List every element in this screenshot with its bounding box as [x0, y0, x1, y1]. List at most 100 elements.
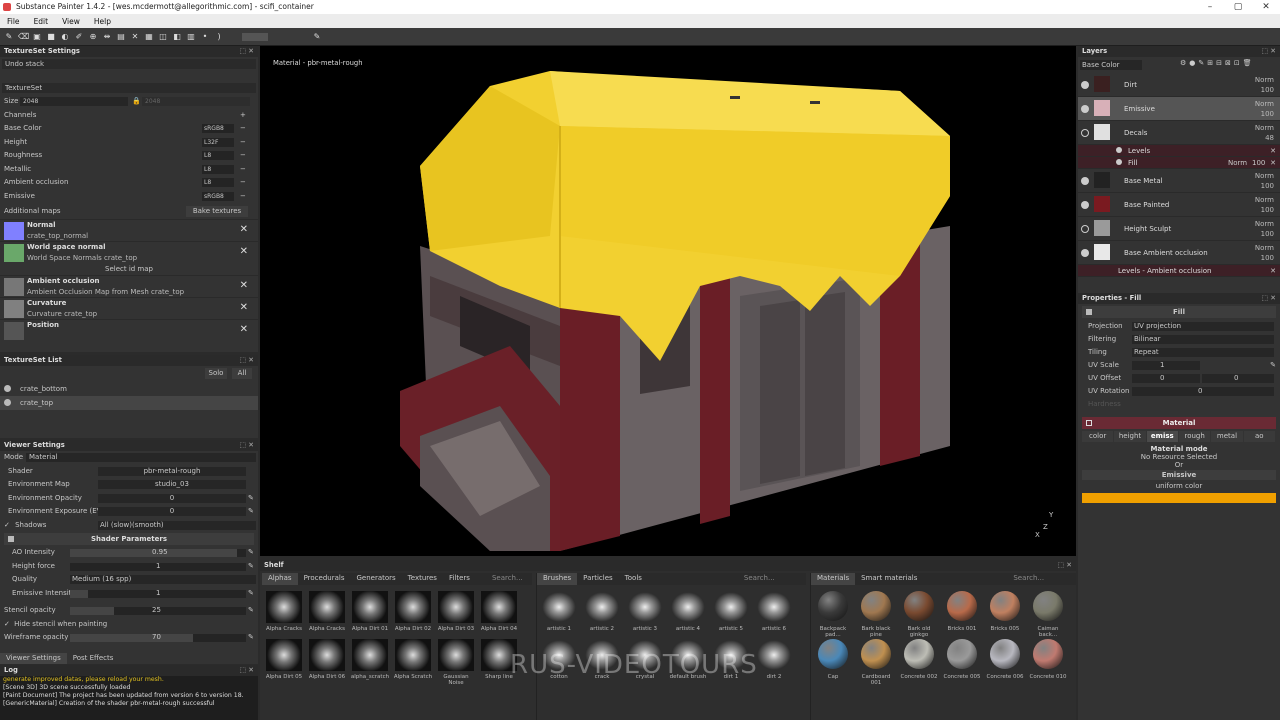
fill-tool-icon[interactable]: ■ [46, 32, 56, 41]
tab-alphas[interactable]: Alphas [262, 573, 298, 585]
blend-mode[interactable]: Norm [1255, 171, 1274, 181]
textureset-item-selected[interactable]: crate_top [0, 396, 258, 410]
viewer-setting-value[interactable]: 0 [98, 493, 246, 503]
solo-button[interactable]: Solo [205, 368, 227, 379]
remove-map-icon[interactable]: ✕ [240, 302, 248, 313]
material-thumbnail[interactable]: Concrete 005 [942, 639, 982, 680]
brush-thumbnail[interactable]: artistic 2 [582, 591, 622, 632]
remove-channel-icon[interactable]: − [240, 176, 246, 190]
visibility-eye-icon[interactable] [1081, 81, 1089, 89]
channel-format-select[interactable]: L8 [202, 151, 234, 160]
additional-map-item[interactable]: Curvature Curvature crate_top ✕ [0, 296, 258, 319]
property-select[interactable]: Repeat [1132, 348, 1274, 357]
blend-mode[interactable]: Norm [1255, 123, 1274, 133]
alpha-thumbnail[interactable]: Alpha Dirt 05 [264, 639, 304, 680]
material-thumbnail[interactable]: Bark old ginkgo [899, 591, 939, 638]
collapse-icon[interactable] [8, 536, 14, 542]
tab-procedurals[interactable]: Procedurals [298, 573, 351, 585]
visibility-eye-icon[interactable] [1081, 201, 1089, 209]
alpha-thumbnail[interactable]: Alpha Cracks [307, 591, 347, 632]
menu-edit[interactable]: Edit [27, 17, 56, 26]
visibility-eye-icon[interactable] [1116, 159, 1122, 165]
panel-close-icon[interactable]: ⬚ ✕ [1262, 293, 1276, 304]
fill-header[interactable]: Fill [1082, 306, 1276, 318]
layer-opacity[interactable]: 100 [1255, 253, 1274, 263]
remove-channel-icon[interactable]: − [240, 122, 246, 136]
shader-parameters-header[interactable]: Shader Parameters [4, 533, 254, 545]
hide-stencil-checkbox[interactable]: ✓ [4, 620, 10, 628]
tab-particles[interactable]: Particles [577, 573, 619, 585]
tab-tools[interactable]: Tools [619, 573, 648, 585]
alpha-thumbnail[interactable]: Alpha Dirt 06 [307, 639, 347, 680]
brush-thumbnail[interactable]: dirt 2 [754, 639, 794, 680]
emissive-color-swatch[interactable] [1082, 493, 1276, 503]
smudge-tool-icon[interactable]: ◐ [60, 32, 70, 41]
material-thumbnail[interactable]: Concrete 006 [985, 639, 1025, 680]
additional-map-item[interactable]: Position ✕ [0, 318, 258, 341]
layer-item[interactable]: Base Ambient occlusion Norm 100 [1078, 241, 1280, 265]
textureset-item[interactable]: crate_bottom [0, 382, 258, 396]
visibility-eye-icon[interactable] [1081, 225, 1089, 233]
channel-format-select[interactable]: L8 [202, 178, 234, 187]
layer-opacity[interactable]: 100 [1255, 109, 1274, 119]
select-id-map-button[interactable]: Select id map [0, 263, 258, 275]
remove-channel-icon[interactable]: − [240, 163, 246, 177]
uv-scale-field[interactable]: 1 [1132, 361, 1200, 370]
mode-select[interactable]: Material [26, 453, 256, 462]
edit-icon[interactable]: ✎ [248, 604, 254, 618]
panel-close-icon[interactable]: ⬚ ✕ [1058, 560, 1072, 571]
layer-item[interactable]: Decals Norm 48 [1078, 121, 1280, 145]
channel-format-select[interactable]: sRGB8 [202, 191, 234, 201]
quality-select[interactable]: Medium (16 spp) [70, 575, 256, 584]
viewer-setting-value[interactable]: studio_03 [98, 480, 246, 489]
edit-icon[interactable]: ✎ [248, 492, 254, 506]
menu-view[interactable]: View [55, 17, 87, 26]
visibility-eye-icon[interactable] [1081, 249, 1089, 257]
effect-item[interactable]: Fill Norm 100 ✕ [1078, 157, 1280, 169]
alpha-thumbnail[interactable]: Alpha Dirt 03 [436, 591, 476, 632]
visibility-eye-icon[interactable] [1116, 147, 1122, 153]
remove-channel-icon[interactable]: − [240, 149, 246, 163]
dot-icon[interactable]: • [200, 32, 210, 41]
3d-viewport[interactable]: Material - pbr-metal-rough Y X Z [260, 46, 1076, 556]
channel-format-select[interactable]: sRGB8 [202, 124, 234, 133]
layer-opacity[interactable]: 100 [1255, 85, 1274, 95]
brush-thumbnail[interactable]: artistic 6 [754, 591, 794, 632]
crate-model[interactable] [260, 46, 1076, 556]
property-select[interactable]: Bilinear [1132, 335, 1274, 344]
brush-thumbnail[interactable]: artistic 1 [539, 591, 579, 632]
alpha-thumbnail[interactable]: Alpha Dirt 01 [350, 591, 390, 632]
textureset-field[interactable]: TextureSet [2, 83, 256, 93]
grid-icon[interactable]: ▦ [144, 32, 154, 41]
remove-channel-icon[interactable]: − [240, 136, 246, 150]
size-select-linked[interactable]: 2048 [142, 97, 250, 106]
maximize-button[interactable]: ▢ [1224, 0, 1252, 14]
viewer-setting-value[interactable]: 0 [98, 507, 246, 516]
channel-tab-metal[interactable]: metal [1211, 431, 1243, 442]
visibility-eye-icon[interactable] [1081, 177, 1089, 185]
bracket-icon[interactable]: ) [214, 32, 224, 41]
channel-tab-emiss[interactable]: emiss [1146, 431, 1178, 442]
all-button[interactable]: All [232, 368, 252, 379]
collapse-icon[interactable] [1086, 309, 1092, 315]
visibility-eye-icon[interactable] [1081, 105, 1089, 113]
eye-icon[interactable] [4, 385, 11, 392]
shadows-select[interactable]: All (slow)(smooth) [98, 520, 256, 530]
picker-tool-icon[interactable]: ⊕ [88, 32, 98, 41]
edit-icon[interactable]: ✎ [248, 587, 254, 601]
remove-map-icon[interactable]: ✕ [240, 246, 248, 257]
layer-item[interactable]: Base Metal Norm 100 [1078, 169, 1280, 193]
channel-format-select[interactable]: L32F [202, 137, 234, 147]
blend-mode[interactable]: Norm [1255, 243, 1274, 253]
panel-close-icon[interactable]: ⬚ ✕ [240, 355, 254, 366]
link-icon[interactable]: 🔒 [132, 95, 141, 109]
menu-help[interactable]: Help [87, 17, 118, 26]
layer-item[interactable]: Height Sculpt Norm 100 [1078, 217, 1280, 241]
shelf-search[interactable]: Search... [1013, 573, 1044, 585]
uv-offset-v-field[interactable]: 0 [1202, 374, 1274, 383]
layer-opacity[interactable]: 100 [1255, 181, 1274, 191]
panel-close-icon[interactable]: ⬚ ✕ [240, 440, 254, 451]
tab-generators[interactable]: Generators [350, 573, 401, 585]
material-toggle[interactable] [1086, 420, 1092, 426]
panel-close-icon[interactable]: ⬚ ✕ [1262, 46, 1276, 57]
